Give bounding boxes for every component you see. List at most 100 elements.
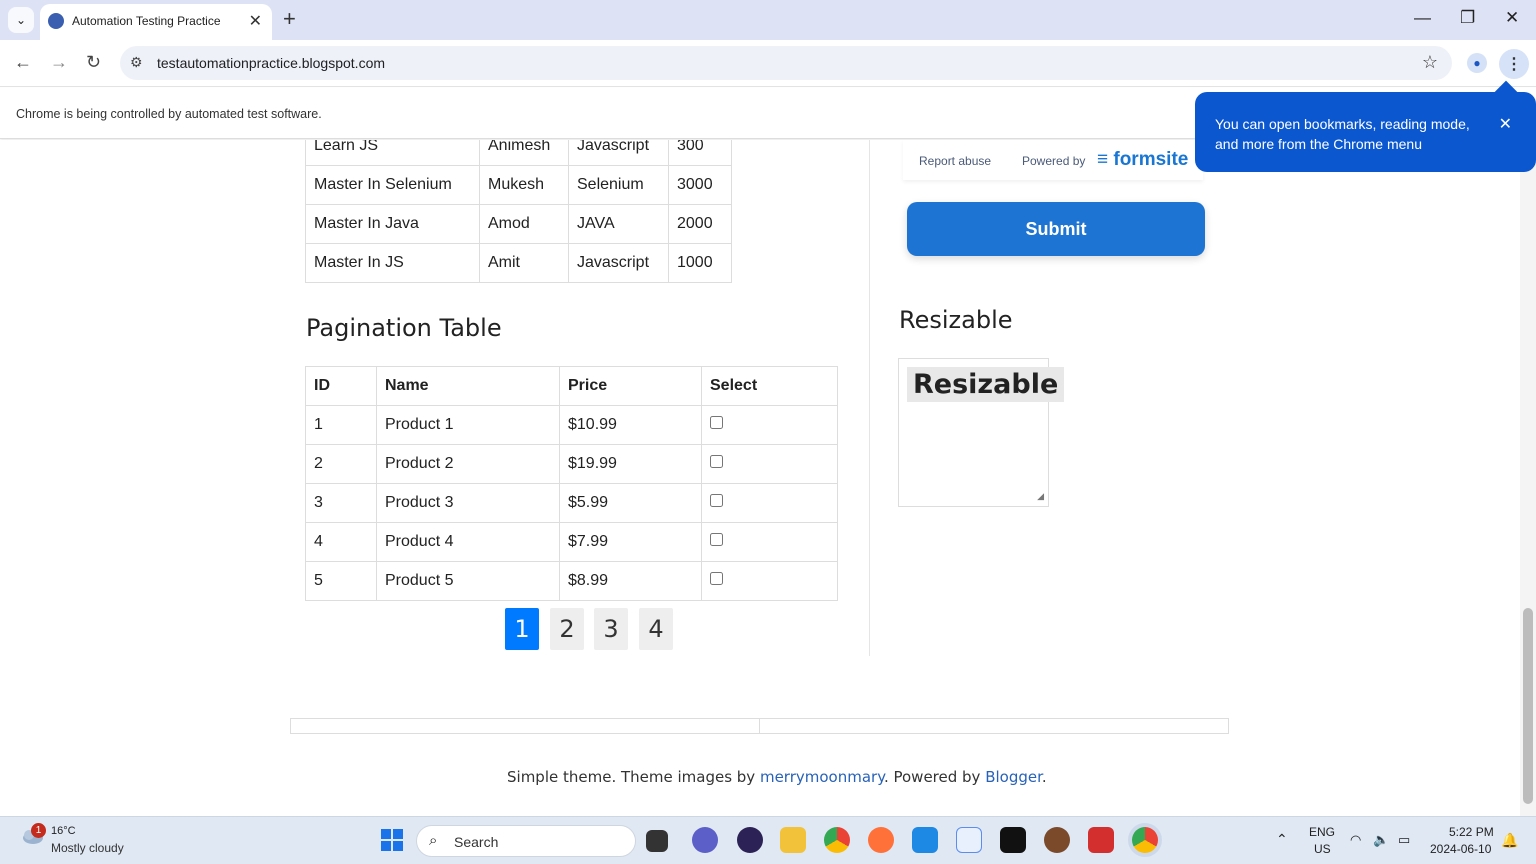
- volume-icon[interactable]: 🔈: [1373, 832, 1389, 848]
- eclipse-icon[interactable]: [737, 827, 763, 853]
- temperature[interactable]: 16°C: [51, 825, 76, 837]
- firefox-icon[interactable]: [868, 827, 894, 853]
- weather-badge: 1: [31, 823, 46, 838]
- select-cell: [701, 483, 838, 523]
- product-name: Product 1: [376, 405, 560, 445]
- restore-button[interactable]: ❐: [1460, 8, 1475, 28]
- page-button-3[interactable]: 3: [594, 608, 628, 650]
- col-header-price: Price: [559, 366, 702, 406]
- region-code[interactable]: US: [1314, 842, 1331, 856]
- weather-description[interactable]: Mostly cloudy: [51, 841, 124, 855]
- product-select-checkbox[interactable]: [710, 572, 723, 585]
- taskbar: 1 16°C Mostly cloudy ⌕ Search ⌃ ENG US ◠…: [0, 816, 1536, 864]
- resizable-box[interactable]: Resizable ◢: [898, 358, 1065, 507]
- site-info-icon[interactable]: ⚙: [130, 54, 143, 71]
- chrome-icon[interactable]: [824, 827, 850, 853]
- product-select-checkbox[interactable]: [710, 494, 723, 507]
- books-table-row: Master In JS Amit Javascript 1000: [305, 243, 732, 283]
- product-select-checkbox[interactable]: [710, 416, 723, 429]
- resize-handle-icon[interactable]: ◢: [1037, 491, 1044, 502]
- chrome-menu-tip: You can open bookmarks, reading mode, an…: [1195, 80, 1536, 172]
- search-icon: ⌕: [429, 832, 438, 849]
- tab-search-button[interactable]: ⌄: [8, 7, 34, 33]
- tab-title: Automation Testing Practice: [72, 14, 221, 28]
- tab-strip: ⌄ Automation Testing Practice ✕ + — ❐ ✕: [0, 0, 1536, 40]
- task-view-icon[interactable]: [646, 830, 668, 852]
- wifi-icon[interactable]: ◠: [1350, 832, 1361, 848]
- teams-icon[interactable]: [692, 827, 718, 853]
- forward-button[interactable]: →: [50, 52, 68, 73]
- books-table-cell: Javascript: [568, 243, 669, 283]
- books-table-cell: 2000: [668, 204, 732, 244]
- table-row: 3 Product 3 $5.99: [305, 483, 838, 523]
- vscode-icon[interactable]: [912, 827, 938, 853]
- chrome-menu-button[interactable]: ⋮: [1499, 49, 1529, 79]
- tray-overflow-icon[interactable]: ⌃: [1276, 831, 1288, 848]
- books-table: Learn JS Animesh Javascript 300 Master In Se…: [305, 140, 732, 283]
- new-tab-button[interactable]: +: [283, 7, 296, 31]
- report-abuse-link[interactable]: Report abuse: [919, 154, 991, 168]
- product-id: 5: [305, 561, 377, 601]
- form-footer: Report abuse Powered by ≡ formsite: [903, 140, 1203, 180]
- credit-text-3: .: [1041, 768, 1047, 786]
- select-cell: [701, 561, 838, 601]
- books-table-cell: Learn JS: [305, 140, 480, 166]
- column-divider: [869, 140, 870, 656]
- chrome-active-icon[interactable]: [1132, 827, 1158, 853]
- taskbar-search[interactable]: ⌕ Search: [416, 825, 636, 857]
- credit-text-2: . Powered by: [883, 768, 986, 786]
- books-table-row: Learn JS Animesh Javascript 300: [305, 140, 732, 166]
- minimize-button[interactable]: —: [1414, 8, 1431, 28]
- app-icon[interactable]: [1044, 827, 1070, 853]
- formsite-logo[interactable]: ≡ formsite: [1097, 149, 1188, 171]
- product-price: $5.99: [559, 483, 702, 523]
- books-table-cell: Master In JS: [305, 243, 480, 283]
- books-table-cell: 300: [668, 140, 732, 166]
- page-button-4[interactable]: 4: [639, 608, 673, 650]
- browser-tab[interactable]: Automation Testing Practice ✕: [40, 4, 272, 40]
- powered-by-label: Powered by: [1022, 154, 1086, 168]
- bookmark-star-icon[interactable]: ☆: [1422, 52, 1438, 73]
- notification-bell-icon[interactable]: 🔔: [1501, 832, 1518, 849]
- table-row: 1 Product 1 $10.99: [305, 405, 838, 445]
- blogger-link[interactable]: Blogger: [985, 768, 1042, 786]
- address-bar[interactable]: ⚙ testautomationpractice.blogspot.com ☆: [120, 46, 1452, 80]
- windows-start-icon[interactable]: [379, 827, 405, 853]
- books-table-cell: 3000: [668, 165, 732, 205]
- books-table-cell: JAVA: [568, 204, 669, 244]
- merrymoonmary-link[interactable]: merrymoonmary: [760, 768, 884, 786]
- clock-time[interactable]: 5:22 PM: [1449, 825, 1494, 839]
- bubble-close-icon[interactable]: ✕: [1499, 114, 1512, 134]
- scrollbar[interactable]: [1520, 140, 1536, 816]
- clock-date[interactable]: 2024-06-10: [1430, 842, 1491, 856]
- table-row: 5 Product 5 $8.99: [305, 561, 838, 601]
- resizable-heading: Resizable: [899, 306, 1013, 334]
- submit-button[interactable]: Submit: [907, 202, 1205, 256]
- col-header-name: Name: [376, 366, 560, 406]
- battery-icon[interactable]: ▭: [1398, 832, 1410, 848]
- product-select-checkbox[interactable]: [710, 533, 723, 546]
- close-window-button[interactable]: ✕: [1505, 8, 1519, 28]
- product-id: 2: [305, 444, 377, 484]
- books-table-cell: Amod: [479, 204, 569, 244]
- profile-icon[interactable]: ●: [1467, 53, 1487, 73]
- url-text[interactable]: testautomationpractice.blogspot.com: [157, 55, 385, 71]
- reload-button[interactable]: ↻: [86, 52, 101, 73]
- pycharm-icon[interactable]: [1000, 827, 1026, 853]
- language-code[interactable]: ENG: [1309, 825, 1335, 839]
- back-button[interactable]: ←: [14, 52, 32, 73]
- page-button-2[interactable]: 2: [550, 608, 584, 650]
- product-id: 1: [305, 405, 377, 445]
- pagination-table: ID Name Price Select 1 Product 1 $10.99 2 Pr…: [305, 366, 838, 601]
- acrobat-icon[interactable]: [1088, 827, 1114, 853]
- footer-widget-right: [759, 718, 1229, 734]
- tab-close-icon[interactable]: ✕: [249, 11, 262, 31]
- product-name: Product 3: [376, 483, 560, 523]
- product-name: Product 4: [376, 522, 560, 562]
- file-explorer-icon[interactable]: [780, 827, 806, 853]
- product-select-checkbox[interactable]: [710, 455, 723, 468]
- table-row: 4 Product 4 $7.99: [305, 522, 838, 562]
- scrollbar-thumb[interactable]: [1523, 608, 1533, 804]
- page-button-1[interactable]: 1: [505, 608, 539, 650]
- store-icon[interactable]: [956, 827, 982, 853]
